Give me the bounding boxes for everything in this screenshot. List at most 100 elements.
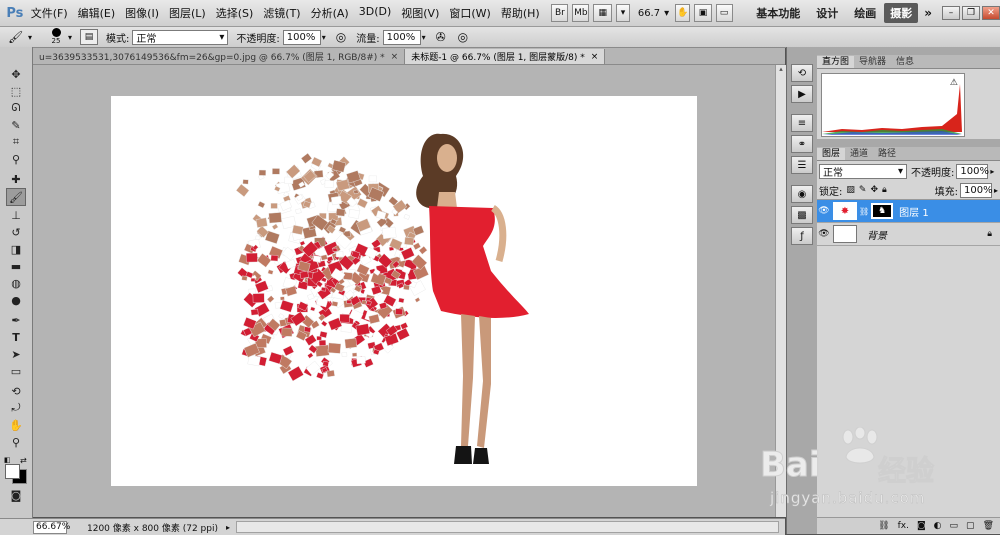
chevron-down-icon[interactable]: ▾	[322, 33, 328, 42]
menu-item[interactable]: 分析(A)	[306, 5, 354, 21]
eraser-tool-icon[interactable]: ◨	[7, 241, 25, 257]
masks-panel-icon[interactable]: ⚭	[791, 135, 813, 153]
chevron-down-icon[interactable]: ▾	[68, 33, 74, 42]
screen-mode-button[interactable]: ▭	[715, 4, 733, 22]
trash-icon[interactable]: 🗑︎	[983, 521, 994, 531]
lock-pixels-icon[interactable]: ✎	[859, 185, 867, 195]
crop-tool-icon[interactable]: ⌗	[7, 134, 25, 150]
menu-item[interactable]: 3D(D)	[354, 5, 397, 21]
layer-row-background[interactable]: 👁 背景 🔒︎	[817, 223, 1000, 246]
hand-tool-icon[interactable]: ✋	[7, 417, 25, 433]
pressure-opacity-icon[interactable]: ◎	[336, 30, 346, 44]
workspace-2[interactable]: 绘画	[846, 5, 884, 21]
panel-tab[interactable]: 直方图	[817, 56, 855, 68]
paragraph-panel-icon[interactable]: ƒ	[791, 227, 813, 245]
layer-mask-thumbnail[interactable]: ♞	[871, 203, 894, 219]
document-tab[interactable]: u=3639533531,3076149536&fm=26&gp=0.jpg @…	[33, 49, 406, 64]
actions-panel-icon[interactable]: ▶	[791, 85, 813, 103]
menu-item[interactable]: 图像(I)	[120, 5, 164, 21]
styles-panel-icon[interactable]: ☰	[791, 156, 813, 174]
menu-item[interactable]: 视图(V)	[396, 5, 444, 21]
menu-item[interactable]: 窗口(W)	[444, 5, 495, 21]
panel-tab[interactable]: 路径	[873, 148, 901, 160]
close-button[interactable]: ✕	[982, 6, 1000, 20]
panel-tab[interactable]: 图层	[817, 148, 846, 160]
layer-opacity-input[interactable]: 100%	[956, 163, 989, 179]
type-tool-icon[interactable]: T	[7, 329, 25, 345]
layer-name[interactable]: 背景	[867, 227, 887, 242]
hand-tool-button[interactable]: ✋	[675, 4, 691, 22]
chevron-down-icon[interactable]: ▾	[28, 33, 34, 42]
status-menu-arrow-icon[interactable]: ▸	[226, 523, 230, 532]
brush-tool-icon[interactable]: 🖌	[6, 188, 26, 206]
shape-tool-icon[interactable]: ▭	[7, 363, 25, 379]
3d-panel-icon[interactable]: ◉	[791, 185, 813, 203]
mini-bridge-button[interactable]: Mb	[572, 4, 590, 22]
lock-all-icon[interactable]: 🔒︎	[882, 185, 887, 195]
foreground-color-swatch[interactable]	[5, 464, 20, 479]
blur-tool-icon[interactable]: ◍	[7, 275, 25, 291]
blend-mode-select[interactable]: 正常 ▾	[819, 163, 907, 179]
scroll-up-icon[interactable]: ▴	[776, 65, 786, 73]
layer-name[interactable]: 图层 1	[899, 204, 929, 219]
history-panel-icon[interactable]: ⟲	[791, 64, 813, 82]
close-tab-icon[interactable]: ×	[391, 52, 399, 62]
move-tool-icon[interactable]: ✥	[7, 66, 25, 82]
airbrush-icon[interactable]: ✇	[436, 30, 446, 44]
new-layer-icon[interactable]: ▢	[966, 521, 975, 531]
horizontal-scrollbar[interactable]	[236, 521, 779, 533]
3d-rotate-tool-icon[interactable]: ⟲	[7, 383, 25, 399]
panel-tab[interactable]: 通道	[845, 148, 873, 160]
zoom-level[interactable]: 66.7	[638, 8, 660, 19]
lock-position-icon[interactable]: ✥	[870, 185, 878, 195]
workspace-more-icon[interactable]: »	[924, 6, 932, 20]
layer-row-layer1[interactable]: 👁 ✸ ⛓ ♞ 图层 1	[817, 200, 1000, 223]
dodge-tool-icon[interactable]: ●	[7, 292, 25, 308]
clone-source-panel-icon[interactable]: ▩	[791, 206, 813, 224]
pressure-size-icon[interactable]: ◎	[458, 30, 468, 44]
mask-icon[interactable]: ◙	[917, 521, 926, 531]
pen-tool-icon[interactable]: ✒	[7, 312, 25, 328]
panel-tab[interactable]: 导航器	[854, 56, 891, 68]
menu-item[interactable]: 帮助(H)	[496, 5, 545, 21]
workspace-0[interactable]: 基本功能	[748, 5, 808, 21]
lasso-tool-icon[interactable]: ᘏ	[7, 100, 25, 116]
zoom-tool-icon[interactable]: ⚲	[7, 434, 25, 450]
mode-select[interactable]: 正常 ▾	[132, 29, 229, 45]
history-brush-tool-icon[interactable]: ↺	[7, 224, 25, 240]
warning-icon[interactable]: ⚠	[950, 78, 958, 88]
clone-stamp-tool-icon[interactable]: ⊥	[7, 207, 25, 223]
default-colors-icon[interactable]: ◧	[4, 456, 12, 464]
fill-input[interactable]: 100%	[959, 182, 993, 198]
path-selection-tool-icon[interactable]: ➤	[7, 346, 25, 362]
panel-tab[interactable]: 信息	[891, 56, 919, 68]
brush-preset-picker[interactable]: 25	[44, 28, 68, 46]
flow-input[interactable]: 100%	[382, 29, 421, 45]
visibility-eye-icon[interactable]: 👁	[817, 206, 831, 216]
arrange-documents-button[interactable]: ▣	[694, 4, 712, 22]
chevron-right-icon[interactable]: ▸	[994, 186, 998, 195]
view-extras-button[interactable]: ▦	[593, 4, 613, 22]
chevron-right-icon[interactable]: ▸	[990, 167, 994, 176]
gradient-tool-icon[interactable]: ▬	[7, 258, 25, 274]
opacity-input[interactable]: 100%	[282, 29, 321, 45]
workspace-3[interactable]: 摄影	[884, 3, 919, 23]
document-canvas[interactable]	[111, 96, 697, 486]
swap-colors-icon[interactable]: ⇄	[20, 456, 27, 465]
link-icon[interactable]: ⛓	[878, 521, 889, 531]
menu-item[interactable]: 图层(L)	[164, 5, 211, 21]
vertical-scrollbar[interactable]: ▴	[775, 65, 786, 517]
adjustments-panel-icon[interactable]: ≡	[791, 114, 813, 132]
quick-selection-tool-icon[interactable]: ✎	[7, 117, 25, 133]
group-icon[interactable]: ▭	[950, 521, 959, 531]
menu-item[interactable]: 文件(F)	[26, 5, 73, 21]
status-zoom[interactable]: 66.67%	[33, 520, 70, 534]
chevron-down-icon[interactable]: ▾	[422, 33, 428, 42]
menu-item[interactable]: 编辑(E)	[73, 5, 121, 21]
restore-button[interactable]: ❐	[962, 6, 980, 20]
minimize-button[interactable]: –	[942, 6, 960, 20]
workspace-1[interactable]: 设计	[808, 5, 846, 21]
quick-mask-icon[interactable]: ◙	[7, 487, 25, 503]
brush-panel-toggle[interactable]: ▤	[80, 29, 98, 45]
menu-item[interactable]: 滤镜(T)	[258, 5, 305, 21]
